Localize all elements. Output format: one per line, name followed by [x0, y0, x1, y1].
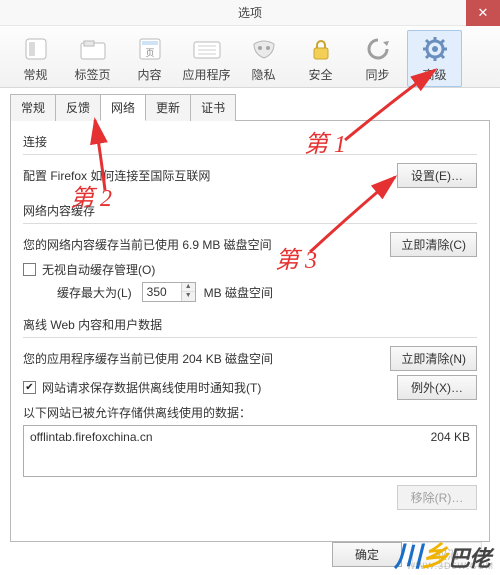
toolbar-item-general[interactable]: 常规 [8, 30, 63, 87]
window-title: 选项 [238, 4, 262, 21]
tabs-icon [78, 34, 108, 64]
section-connection-title: 连接 [23, 133, 477, 150]
mask-icon [250, 34, 278, 64]
tab-general[interactable]: 常规 [10, 94, 56, 121]
tab-certs[interactable]: 证书 [190, 94, 236, 121]
toolbar-item-label: 隐私 [251, 66, 275, 83]
clear-offline-button[interactable]: 立即清除(N) [390, 346, 477, 371]
close-icon: ✕ [478, 5, 489, 21]
notify-offline-checkbox[interactable]: ✔ [23, 381, 36, 394]
offline-site-item: offlintab.firefoxchina.cn [30, 430, 153, 472]
sync-icon [365, 34, 391, 64]
section-cache-title: 网络内容缓存 [23, 202, 477, 219]
toolbar-item-advanced[interactable]: 高级 [407, 30, 462, 87]
cache-max-label-pre: 缓存最大为(L) [57, 284, 132, 301]
clear-cache-button[interactable]: 立即清除(C) [390, 232, 477, 257]
cache-max-label-post: MB 磁盘空间 [204, 284, 273, 301]
offline-site-size: 204 KB [431, 430, 470, 472]
title-bar: 选项 ✕ [0, 0, 500, 26]
settings-button[interactable]: 设置(E)… [397, 163, 477, 188]
close-button[interactable]: ✕ [466, 0, 500, 26]
remove-site-button[interactable]: 移除(R)… [397, 485, 477, 510]
toolbar-item-applications[interactable]: 应用程序 [179, 30, 234, 87]
toolbar-item-label: 常规 [23, 66, 47, 83]
toolbar-item-security[interactable]: 安全 [293, 30, 348, 87]
toolbar-item-sync[interactable]: 同步 [350, 30, 405, 87]
toolbar-item-label: 高级 [422, 66, 446, 83]
exceptions-button[interactable]: 例外(X)… [397, 375, 477, 400]
apps-icon [192, 34, 222, 64]
category-toolbar: 常规 标签页 页 内容 应用程序 隐私 安全 同步 高级 [0, 26, 500, 88]
connection-desc: 配置 Firefox 如何连接至国际互联网 [23, 167, 210, 184]
toolbar-item-content[interactable]: 页 内容 [122, 30, 177, 87]
toolbar-item-privacy[interactable]: 隐私 [236, 30, 291, 87]
watermark-logo: 川乡巴佬 [394, 535, 490, 575]
toolbar-item-label: 同步 [365, 66, 389, 83]
cache-max-input[interactable]: 350 ▲▼ [142, 282, 196, 302]
toolbar-item-tabs[interactable]: 标签页 [65, 30, 120, 87]
svg-text:页: 页 [145, 48, 154, 58]
override-cache-checkbox[interactable] [23, 263, 36, 276]
tab-updates[interactable]: 更新 [145, 94, 191, 121]
network-panel: 连接 配置 Firefox 如何连接至国际互联网 设置(E)… 网络内容缓存 您… [10, 120, 490, 542]
content-icon: 页 [137, 34, 163, 64]
toolbar-item-label: 应用程序 [182, 66, 230, 83]
toolbar-item-label: 标签页 [74, 66, 110, 83]
cache-desc: 您的网络内容缓存当前已使用 6.9 MB 磁盘空间 [23, 236, 272, 253]
tab-feedback[interactable]: 反馈 [55, 94, 101, 121]
toolbar-item-label: 内容 [137, 66, 161, 83]
lock-icon [309, 34, 333, 64]
cache-max-value: 350 [143, 285, 181, 299]
sub-tabs: 常规 反馈 网络 更新 证书 [10, 94, 500, 121]
toolbar-item-label: 安全 [308, 66, 332, 83]
gear-icon [422, 34, 448, 64]
offline-list-desc: 以下网站已被允许存储供离线使用的数据： [23, 404, 251, 421]
override-cache-label: 无视自动缓存管理(O) [42, 261, 155, 278]
offline-desc: 您的应用程序缓存当前已使用 204 KB 磁盘空间 [23, 350, 273, 367]
ok-button[interactable]: 确定 [332, 542, 402, 567]
toggle-icon [23, 34, 49, 64]
section-offline-title: 离线 Web 内容和用户数据 [23, 316, 477, 333]
offline-sites-listbox[interactable]: offlintab.firefoxchina.cn 204 KB [23, 425, 477, 477]
tab-network[interactable]: 网络 [100, 94, 146, 121]
spinner-icon[interactable]: ▲▼ [181, 283, 195, 301]
notify-offline-label: 网站请求保存数据供离线使用时通知我(T) [42, 379, 261, 396]
